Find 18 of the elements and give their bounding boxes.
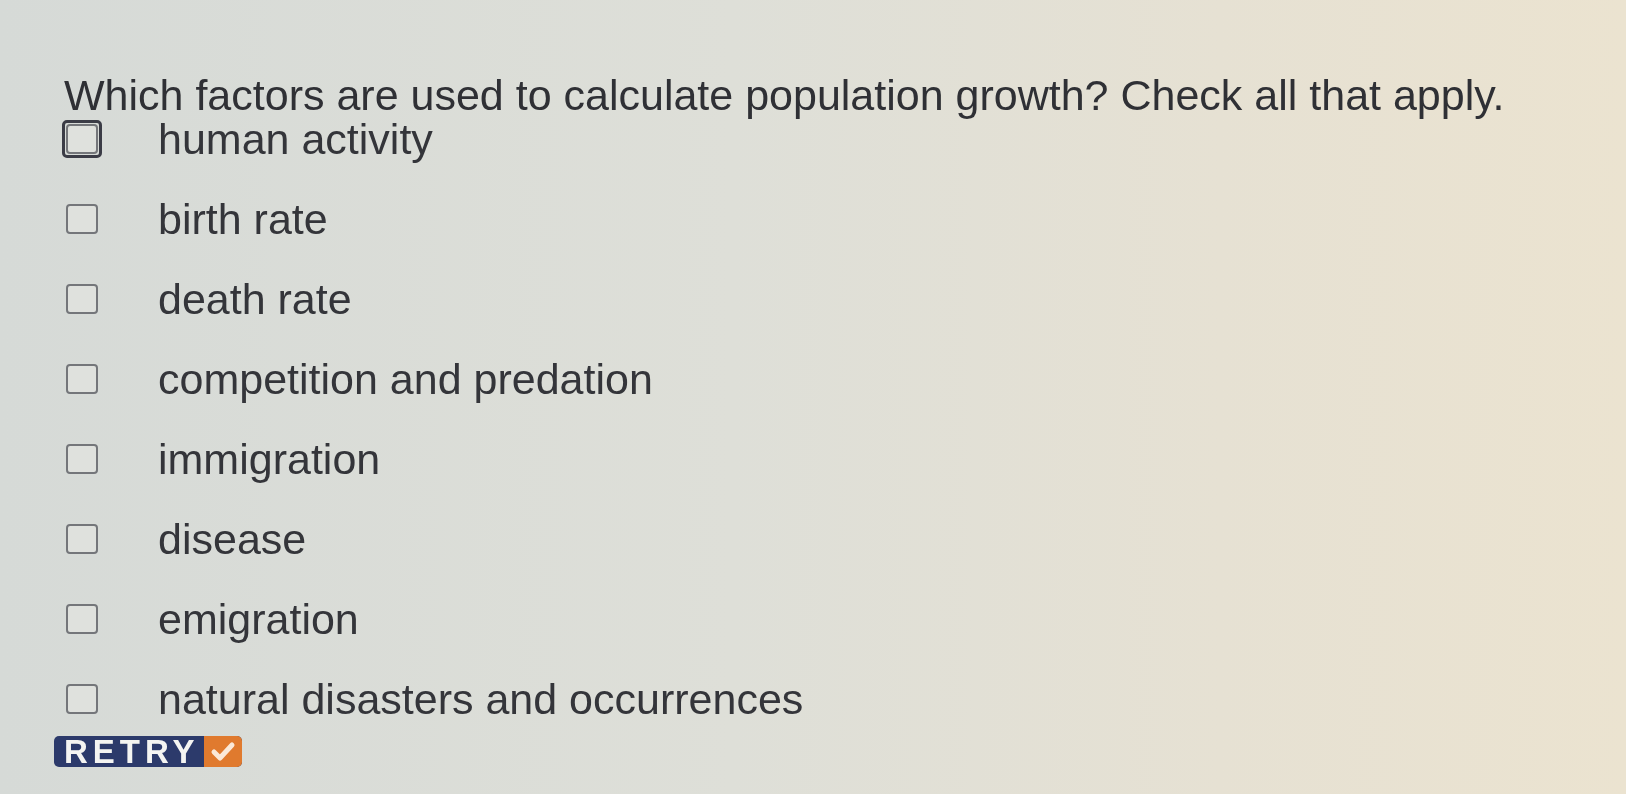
- option-label: natural disasters and occurrences: [158, 677, 804, 721]
- checkbox[interactable]: [66, 364, 98, 394]
- option-label: competition and predation: [158, 357, 653, 401]
- option-label: death rate: [158, 277, 352, 321]
- option-label: disease: [158, 517, 307, 561]
- checkbox[interactable]: [66, 284, 98, 314]
- check-icon: [203, 736, 242, 767]
- question-text: Which factors are used to calculate population growth? Check all that apply.: [64, 73, 1505, 117]
- checkbox[interactable]: [66, 444, 98, 474]
- option-label: emigration: [158, 597, 359, 641]
- option-label: immigration: [158, 437, 381, 481]
- checkbox[interactable]: [66, 604, 98, 634]
- option-label: human activity: [158, 117, 433, 161]
- checkbox[interactable]: [66, 684, 98, 714]
- checkbox[interactable]: [66, 204, 98, 234]
- retry-button[interactable]: RETRY: [54, 736, 242, 767]
- option-label: birth rate: [158, 197, 328, 241]
- checkbox[interactable]: [66, 524, 98, 554]
